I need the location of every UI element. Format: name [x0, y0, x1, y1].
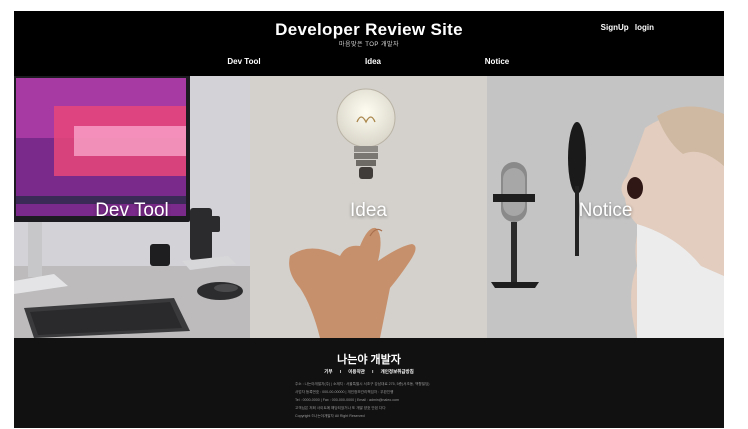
footer-info-line: Tel : 0000-0000 | Fax : 000-000-0000 | E…	[295, 398, 400, 402]
footer-company-info: 주소 : 나는야개발자(주) | 소재지 : 서울특별시 서초구 강남대로 27…	[295, 380, 430, 420]
footer-copyright: Copyright ©나는야개발자 All Right Reserved	[295, 414, 365, 418]
footer-title: 나는야 개발자	[337, 354, 401, 366]
footer-info-line: 고객님은 저희 사이트에 해당되었거나 또 개발 양호 안된 다다	[295, 406, 386, 410]
idea-panel[interactable]: Idea	[250, 76, 487, 338]
auth-links: SignUp login	[597, 23, 654, 32]
footer-link-donate[interactable]: 기부	[324, 369, 332, 374]
footer-info-line: 주소 : 나는야개발자(주) | 소재지 : 서울특별시 서초구 강남대로 27…	[295, 382, 430, 386]
footer-link-terms[interactable]: 이용약관	[348, 369, 365, 374]
category-panels: Dev Tool Idea Notice	[14, 76, 724, 338]
notice-panel[interactable]: Notice	[487, 76, 724, 338]
dev-tool-panel-label: Dev Tool	[95, 200, 169, 221]
site-header: Developer Review Site 마음맞은 TOP 개발자 SignU…	[14, 11, 724, 77]
notice-panel-label: Notice	[578, 200, 633, 221]
nav-item-dev-tool[interactable]: Dev Tool	[227, 57, 260, 66]
nav-item-idea[interactable]: Idea	[365, 57, 381, 66]
footer-links: 기부 I 이용약관 I 개인정보취급방침	[14, 369, 724, 375]
site-subtitle: 마음맞은 TOP 개발자	[338, 42, 400, 48]
footer-separator: I	[372, 369, 374, 374]
footer-link-privacy[interactable]: 개인정보취급방침	[381, 369, 414, 374]
footer-separator: I	[339, 369, 342, 374]
signup-link[interactable]: SignUp	[601, 23, 629, 32]
page-frame: Developer Review Site 마음맞은 TOP 개발자 SignU…	[14, 11, 724, 428]
main-nav: Dev Tool Idea Notice	[14, 57, 724, 71]
login-link[interactable]: login	[635, 23, 654, 32]
nav-item-notice[interactable]: Notice	[485, 57, 509, 66]
site-footer: 나는야 개발자 기부 I 이용약관 I 개인정보취급방침 주소 : 나는야개발자…	[14, 338, 724, 428]
footer-info-line: 사업자 등록번호 : 000-00-00000 | 개인정보관리책임자 : 우완…	[295, 390, 394, 394]
dev-tool-panel[interactable]: Dev Tool	[14, 76, 250, 338]
idea-panel-label: Idea	[350, 200, 387, 221]
